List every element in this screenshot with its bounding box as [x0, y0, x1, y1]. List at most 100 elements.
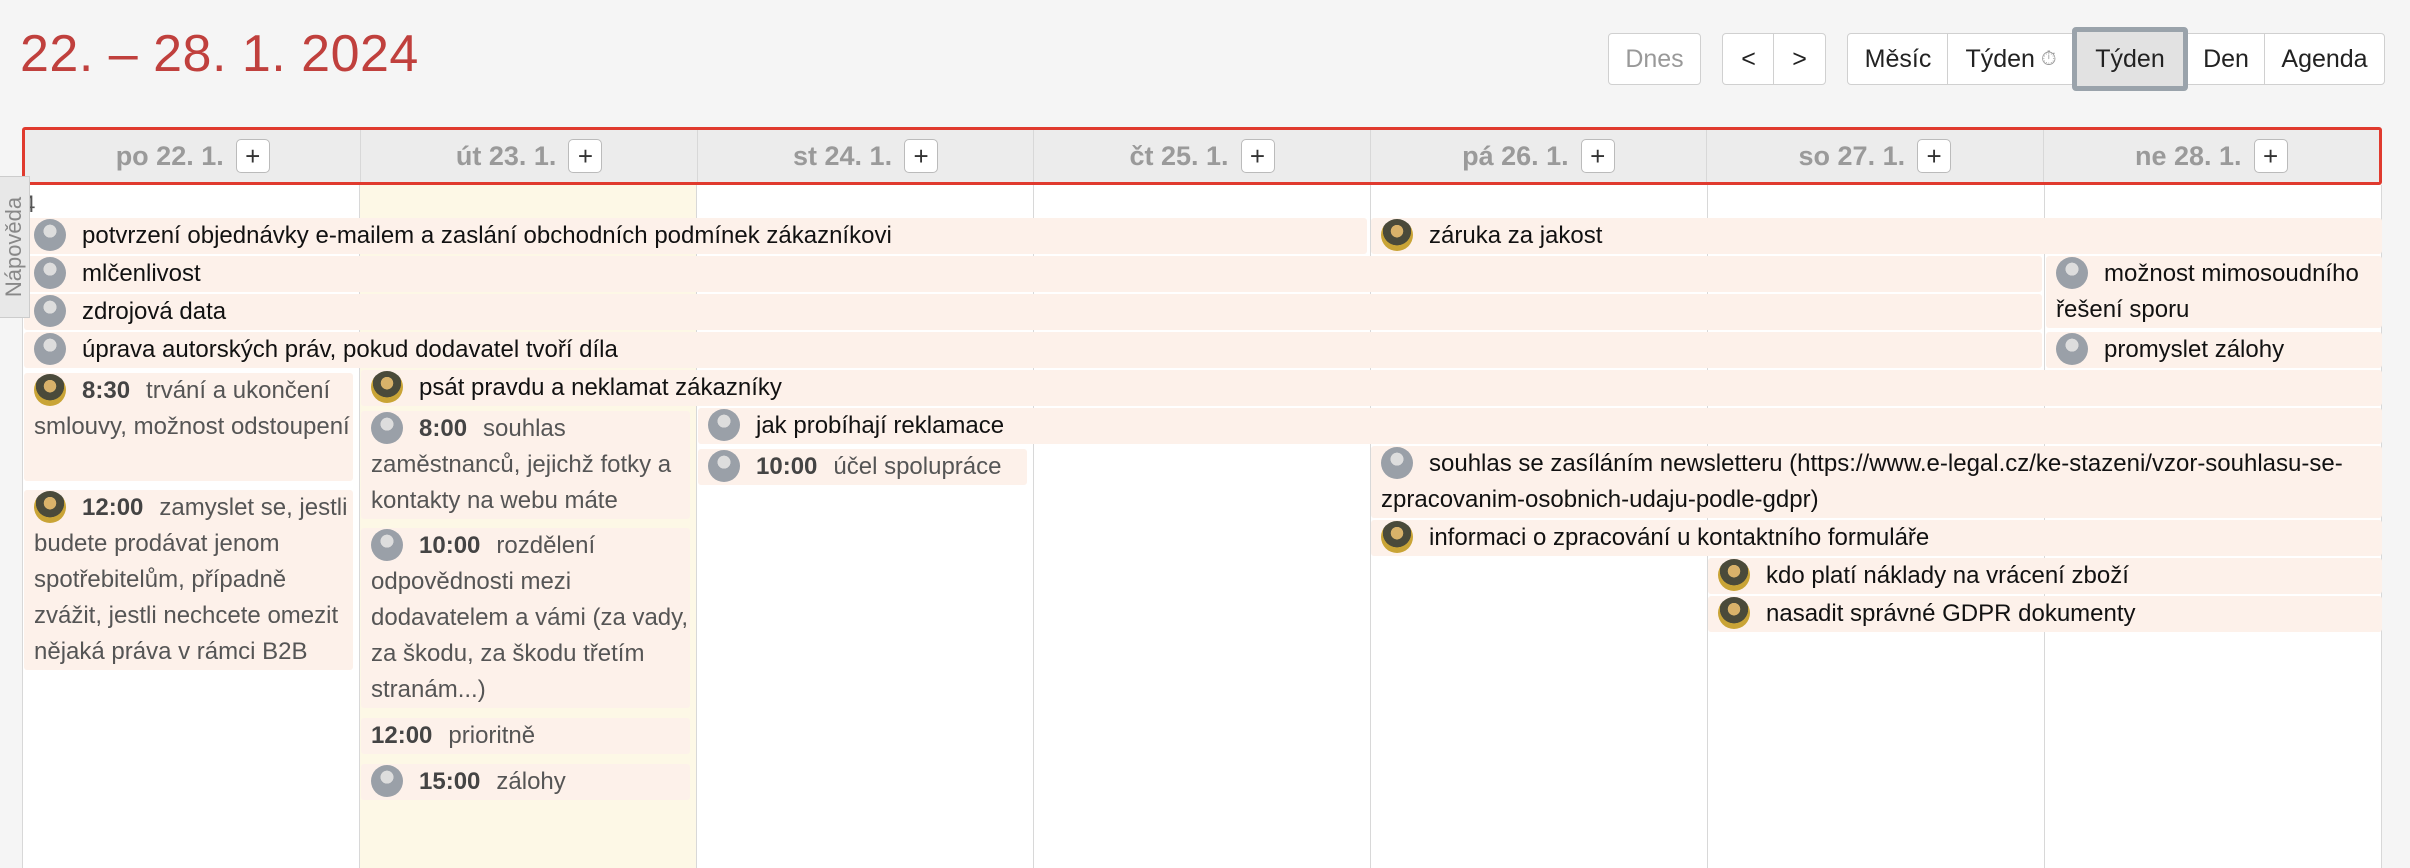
prev-button[interactable]: <	[1722, 33, 1775, 85]
day-header-thu: čt 25. 1. +	[1034, 130, 1371, 182]
avatar	[1718, 558, 1750, 591]
view-week-timed-button[interactable]: Týden ⏱	[1947, 33, 2075, 85]
stopwatch-icon: ⏱	[2040, 47, 2057, 70]
day-label: út 23. 1.	[455, 140, 557, 171]
day-label: so 27. 1.	[1798, 140, 1906, 171]
event[interactable]: záruka za jakost	[1371, 218, 2382, 254]
event[interactable]: možnost mimosoudního řešení sporu	[2046, 256, 2382, 328]
avatar	[34, 373, 66, 406]
event-title: zdrojová data	[82, 298, 227, 325]
add-event-button[interactable]: +	[235, 139, 270, 173]
avatar	[34, 218, 66, 251]
event[interactable]: kdo platí náklady na vrácení zboží	[1708, 558, 2382, 594]
avatar	[371, 411, 403, 444]
event-title: psát pravdu a neklamat zákazníky	[419, 374, 782, 401]
event-title: souhlas se zasíláním newsletteru (https:…	[1381, 450, 2343, 513]
day-label: pá 26. 1.	[1462, 140, 1569, 171]
day-header-fri: pá 26. 1. +	[1371, 130, 1708, 182]
event[interactable]: 12:00 prioritně	[361, 718, 690, 754]
view-agenda-button[interactable]: Agenda	[2264, 33, 2385, 85]
event[interactable]: psát pravdu a neklamat zákazníky	[361, 370, 2382, 406]
add-event-button[interactable]: +	[1917, 139, 1952, 173]
event-time: 15:00	[419, 768, 481, 795]
event[interactable]: mlčenlivost	[24, 256, 2042, 292]
avatar	[34, 490, 66, 523]
event-time: 12:00	[82, 494, 144, 521]
add-event-button[interactable]: +	[1580, 139, 1615, 173]
event[interactable]: 12:00 zamyslet se, jestli budete prodávat…	[24, 490, 353, 670]
view-day-label: Den	[2203, 44, 2249, 73]
event-title: jak probíhají reklamace	[756, 412, 1005, 439]
day-header-mon: po 22. 1. +	[25, 130, 362, 182]
add-event-button[interactable]: +	[568, 139, 603, 173]
view-week-button[interactable]: Týden	[2072, 27, 2188, 91]
avatar	[1381, 520, 1413, 553]
day-header-tue: út 23. 1. +	[361, 130, 698, 182]
avatar	[371, 370, 403, 403]
event-title: záruka za jakost	[1429, 222, 1603, 249]
day-label: čt 25. 1.	[1129, 140, 1229, 171]
event-title: kdo platí náklady na vrácení zboží	[1766, 562, 2129, 589]
event[interactable]: zdrojová data	[24, 294, 2042, 330]
event[interactable]: promyslet zálohy	[2046, 332, 2382, 368]
event-title: možnost mimosoudního řešení sporu	[2056, 260, 2359, 323]
event-title: souhlas zaměstnanců, jejichž fotky a kon…	[371, 415, 672, 514]
help-tab-label: Nápověda	[1, 196, 27, 298]
event-title: informaci o zpracování u kontaktního for…	[1429, 524, 1930, 551]
event[interactable]: informaci o zpracování u kontaktního for…	[1371, 520, 2382, 556]
avatar	[34, 294, 66, 327]
event-title: mlčenlivost	[82, 260, 201, 287]
event[interactable]: úprava autorských práv, pokud dodavatel …	[24, 332, 2042, 368]
day-header-wed: st 24. 1. +	[698, 130, 1035, 182]
view-week-label: Týden	[2095, 44, 2165, 73]
event-time: 10:00	[756, 453, 818, 480]
event[interactable]: 8:00 souhlas zaměstnanců, jejichž fotky a…	[361, 411, 690, 519]
page-title: 22. – 28. 1. 2024	[20, 25, 419, 83]
event[interactable]: 8:30 trvání a ukončení smlouvy, možnost o…	[24, 373, 353, 481]
avatar	[1381, 446, 1413, 479]
avatar	[1381, 218, 1413, 251]
add-event-button[interactable]: +	[2253, 139, 2288, 173]
event-time: 12:00	[371, 722, 433, 749]
view-month-label: Měsíc	[1864, 44, 1932, 73]
event[interactable]: nasadit správné GDPR dokumenty	[1708, 596, 2382, 632]
avatar	[34, 256, 66, 289]
event-title: promyslet zálohy	[2104, 336, 2285, 363]
today-button[interactable]: Dnes	[1608, 33, 1701, 85]
event[interactable]: potvrzení objednávky e-mailem a zaslání …	[24, 218, 1367, 254]
view-day-button[interactable]: Den	[2186, 33, 2266, 85]
day-label: po 22. 1.	[115, 140, 224, 171]
event[interactable]: jak probíhají reklamace	[698, 408, 2382, 444]
day-label: ne 28. 1.	[2134, 140, 2242, 171]
event-title: prioritně	[448, 722, 536, 749]
event-title: nasadit správné GDPR dokumenty	[1766, 600, 2136, 627]
view-agenda-label: Agenda	[2281, 44, 2368, 73]
avatar	[371, 528, 403, 561]
day-header-row: po 22. 1. + út 23. 1. + st 24. 1. + čt 25. …	[22, 127, 2382, 185]
day-header-sat: so 27. 1. +	[1707, 130, 2044, 182]
event-title: potvrzení objednávky e-mailem a zaslání …	[82, 222, 892, 249]
avatar	[371, 764, 403, 797]
event[interactable]: 10:00 rozdělení odpovědnosti mezi dodavat…	[361, 528, 690, 708]
next-button[interactable]: >	[1773, 33, 1826, 85]
avatar	[2056, 332, 2088, 365]
event[interactable]: souhlas se zasíláním newsletteru (https:…	[1371, 446, 2382, 518]
add-event-button[interactable]: +	[904, 139, 939, 173]
view-week-timed-label: Týden	[1965, 44, 2035, 73]
avatar	[1718, 596, 1750, 629]
event-title: účel spolupráce	[833, 453, 1002, 480]
event-time: 10:00	[419, 532, 481, 559]
help-tab[interactable]: Nápověda	[0, 176, 30, 318]
avatar	[708, 408, 740, 441]
day-header-sun: ne 28. 1. +	[2044, 130, 2379, 182]
avatar	[34, 332, 66, 365]
event[interactable]: 10:00 účel spolupráce	[698, 449, 1027, 485]
event-time: 8:30	[82, 377, 131, 404]
event-title: zálohy	[496, 768, 566, 795]
avatar	[708, 449, 740, 482]
event[interactable]: 15:00 zálohy	[361, 764, 690, 800]
view-month-button[interactable]: Měsíc	[1847, 33, 1949, 85]
avatar	[2056, 256, 2088, 289]
add-event-button[interactable]: +	[1240, 139, 1275, 173]
event-title: úprava autorských práv, pokud dodavatel …	[82, 336, 618, 363]
